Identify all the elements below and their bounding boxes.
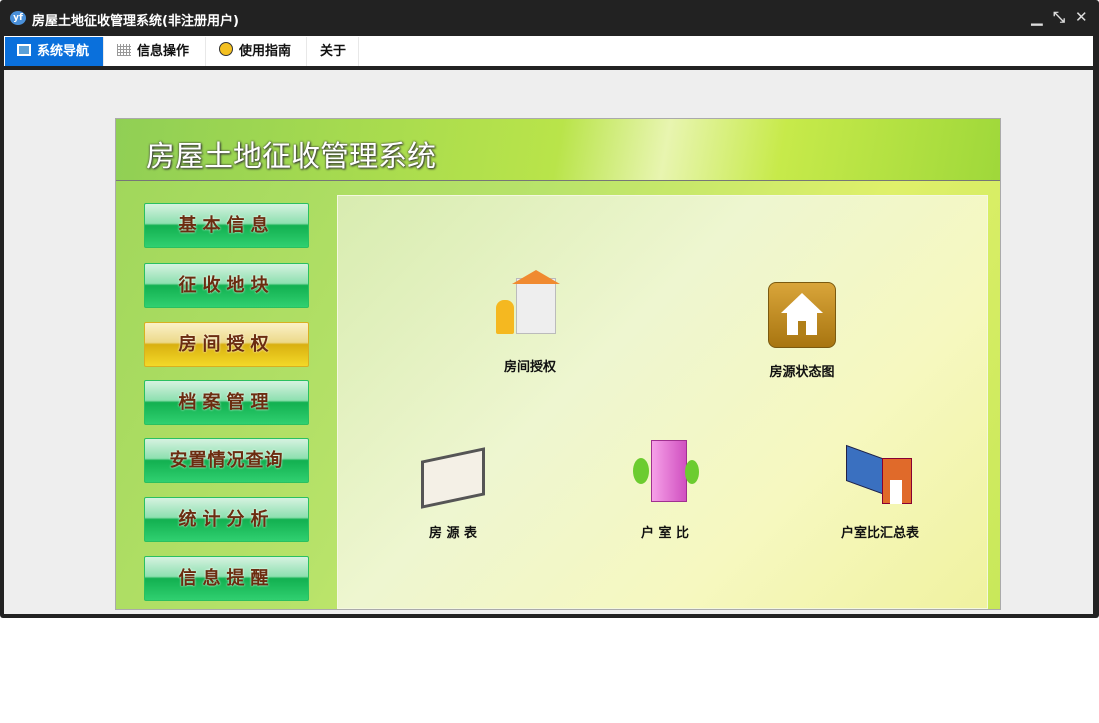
item-label: 户室比汇总表 xyxy=(840,526,919,541)
panel-header: 房屋土地征收管理系统 xyxy=(116,119,1000,181)
app-window: yf 房屋土地征收管理系统(非注册用户) ▁ ⤡ ✕ 系统导航 信息操作 使用指… xyxy=(0,0,1099,618)
window-title: 房屋土地征收管理系统(非注册用户) xyxy=(32,14,239,29)
pink-building-icon xyxy=(629,436,701,508)
item-room-auth[interactable]: 房间授权 xyxy=(460,270,600,375)
tab-label: 关于 xyxy=(320,44,347,59)
nav-button-land-parcel[interactable]: 征收地块 xyxy=(144,263,309,308)
item-housing-table[interactable]: 房 源 表 xyxy=(383,436,523,541)
books-house-icon xyxy=(844,436,916,508)
tab-label: 系统导航 xyxy=(37,44,90,59)
building-people-icon xyxy=(494,270,566,342)
item-label: 房源状态图 xyxy=(769,365,835,380)
item-label: 房 源 表 xyxy=(428,526,478,541)
grid-icon xyxy=(117,44,131,56)
item-housing-status-map[interactable]: 房源状态图 xyxy=(732,282,872,380)
tab-label: 信息操作 xyxy=(137,44,190,59)
tab-system-nav[interactable]: 系统导航 xyxy=(5,37,104,66)
house-icon xyxy=(768,282,836,348)
minimize-icon[interactable]: ▁ xyxy=(1031,8,1043,26)
tab-bar: 系统导航 信息操作 使用指南 关于 xyxy=(4,36,1093,66)
tab-about[interactable]: 关于 xyxy=(308,37,359,66)
close-icon[interactable]: ✕ xyxy=(1075,8,1088,26)
nav-button-reminder[interactable]: 信息提醒 xyxy=(144,556,309,601)
restore-icon[interactable]: ⤡ xyxy=(1053,8,1065,26)
nav-panel: 房屋土地征收管理系统 基本信息 征收地块 房间授权 档案管理 安置情况查询 统计… xyxy=(115,118,1001,610)
tab-user-guide[interactable]: 使用指南 xyxy=(207,37,307,66)
title-bar: yf 房屋土地征收管理系统(非注册用户) ▁ ⤡ ✕ xyxy=(0,0,1099,36)
tab-label: 使用指南 xyxy=(239,44,292,59)
tab-info-ops[interactable]: 信息操作 xyxy=(105,37,206,66)
nav-button-statistics[interactable]: 统计分析 xyxy=(144,497,309,542)
content-area: 房屋土地征收管理系统 基本信息 征收地块 房间授权 档案管理 安置情况查询 统计… xyxy=(4,70,1093,614)
nav-button-resettlement-query[interactable]: 安置情况查询 xyxy=(144,438,309,483)
item-label: 户 室 比 xyxy=(640,526,690,541)
app-logo-icon: yf xyxy=(10,11,26,25)
monitor-icon xyxy=(17,44,31,56)
nav-button-archive[interactable]: 档案管理 xyxy=(144,380,309,425)
nav-button-basic-info[interactable]: 基本信息 xyxy=(144,203,309,248)
item-label: 房间授权 xyxy=(503,360,556,375)
binder-icon xyxy=(417,436,489,509)
help-icon xyxy=(219,42,233,56)
item-household-ratio[interactable]: 户 室 比 xyxy=(595,436,735,541)
nav-button-room-auth[interactable]: 房间授权 xyxy=(144,322,309,367)
function-area: 房间授权 房源状态图 房 源 表 户 室 比 户室比汇总表 xyxy=(337,195,988,609)
panel-title: 房屋土地征收管理系统 xyxy=(146,139,437,173)
item-household-ratio-summary[interactable]: 户室比汇总表 xyxy=(810,436,950,541)
